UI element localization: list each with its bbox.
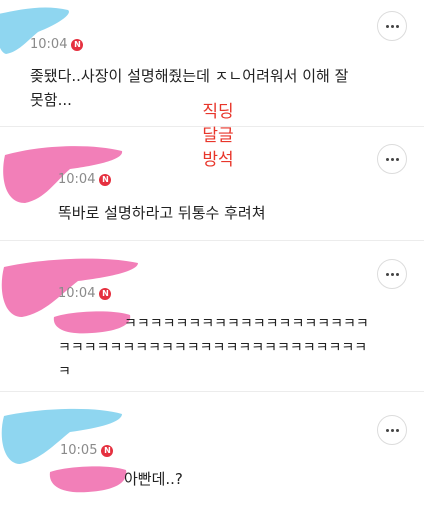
comment-text: 아빤데..? <box>124 470 183 488</box>
ellipsis-icon <box>385 24 389 28</box>
timestamp-text: 10:04 <box>58 286 96 301</box>
more-options-button[interactable] <box>377 415 407 445</box>
comment-timestamp: 10:04 N <box>58 286 112 301</box>
new-badge-icon: N <box>101 444 114 457</box>
new-badge-icon: N <box>99 287 112 300</box>
comment-text: 똑바로 설명하라고 뒤통수 후려쳐 <box>58 204 266 222</box>
timestamp-text: 10:04 <box>30 37 68 52</box>
more-options-button[interactable] <box>377 259 407 289</box>
name-redaction <box>49 466 127 493</box>
more-options-button[interactable] <box>377 144 407 174</box>
timestamp-text: 10:05 <box>60 443 98 458</box>
comment-timestamp: 10:05 N <box>60 443 114 458</box>
comment-item: 10:04 N ㅋㅋㅋㅋㅋㅋㅋㅋㅋㅋㅋㅋㅋㅋㅋㅋㅋㅋㅋ ㅋㅋㅋㅋㅋㅋㅋㅋㅋㅋㅋㅋ… <box>0 241 424 391</box>
comment-item: 10:05 N 아빤데..? <box>0 392 424 506</box>
comment-item: 10:04 N 똑바로 설명하라고 뒤통수 후려쳐 <box>0 127 424 240</box>
new-badge-icon: N <box>71 38 84 51</box>
ellipsis-icon <box>385 157 389 161</box>
comment-timestamp: 10:04 N <box>58 172 112 187</box>
new-badge-icon: N <box>99 173 112 186</box>
comment-text: ㅋㅋㅋㅋㅋㅋㅋㅋㅋㅋㅋㅋㅋㅋㅋㅋㅋㅋㅋ ㅋㅋㅋㅋㅋㅋㅋㅋㅋㅋㅋㅋㅋㅋㅋㅋㅋㅋㅋㅋ… <box>58 316 369 380</box>
ellipsis-icon <box>385 428 389 432</box>
ellipsis-icon <box>385 272 389 276</box>
comment-timestamp: 10:04 N <box>30 37 84 52</box>
more-options-button[interactable] <box>377 11 407 41</box>
timestamp-text: 10:04 <box>58 172 96 187</box>
